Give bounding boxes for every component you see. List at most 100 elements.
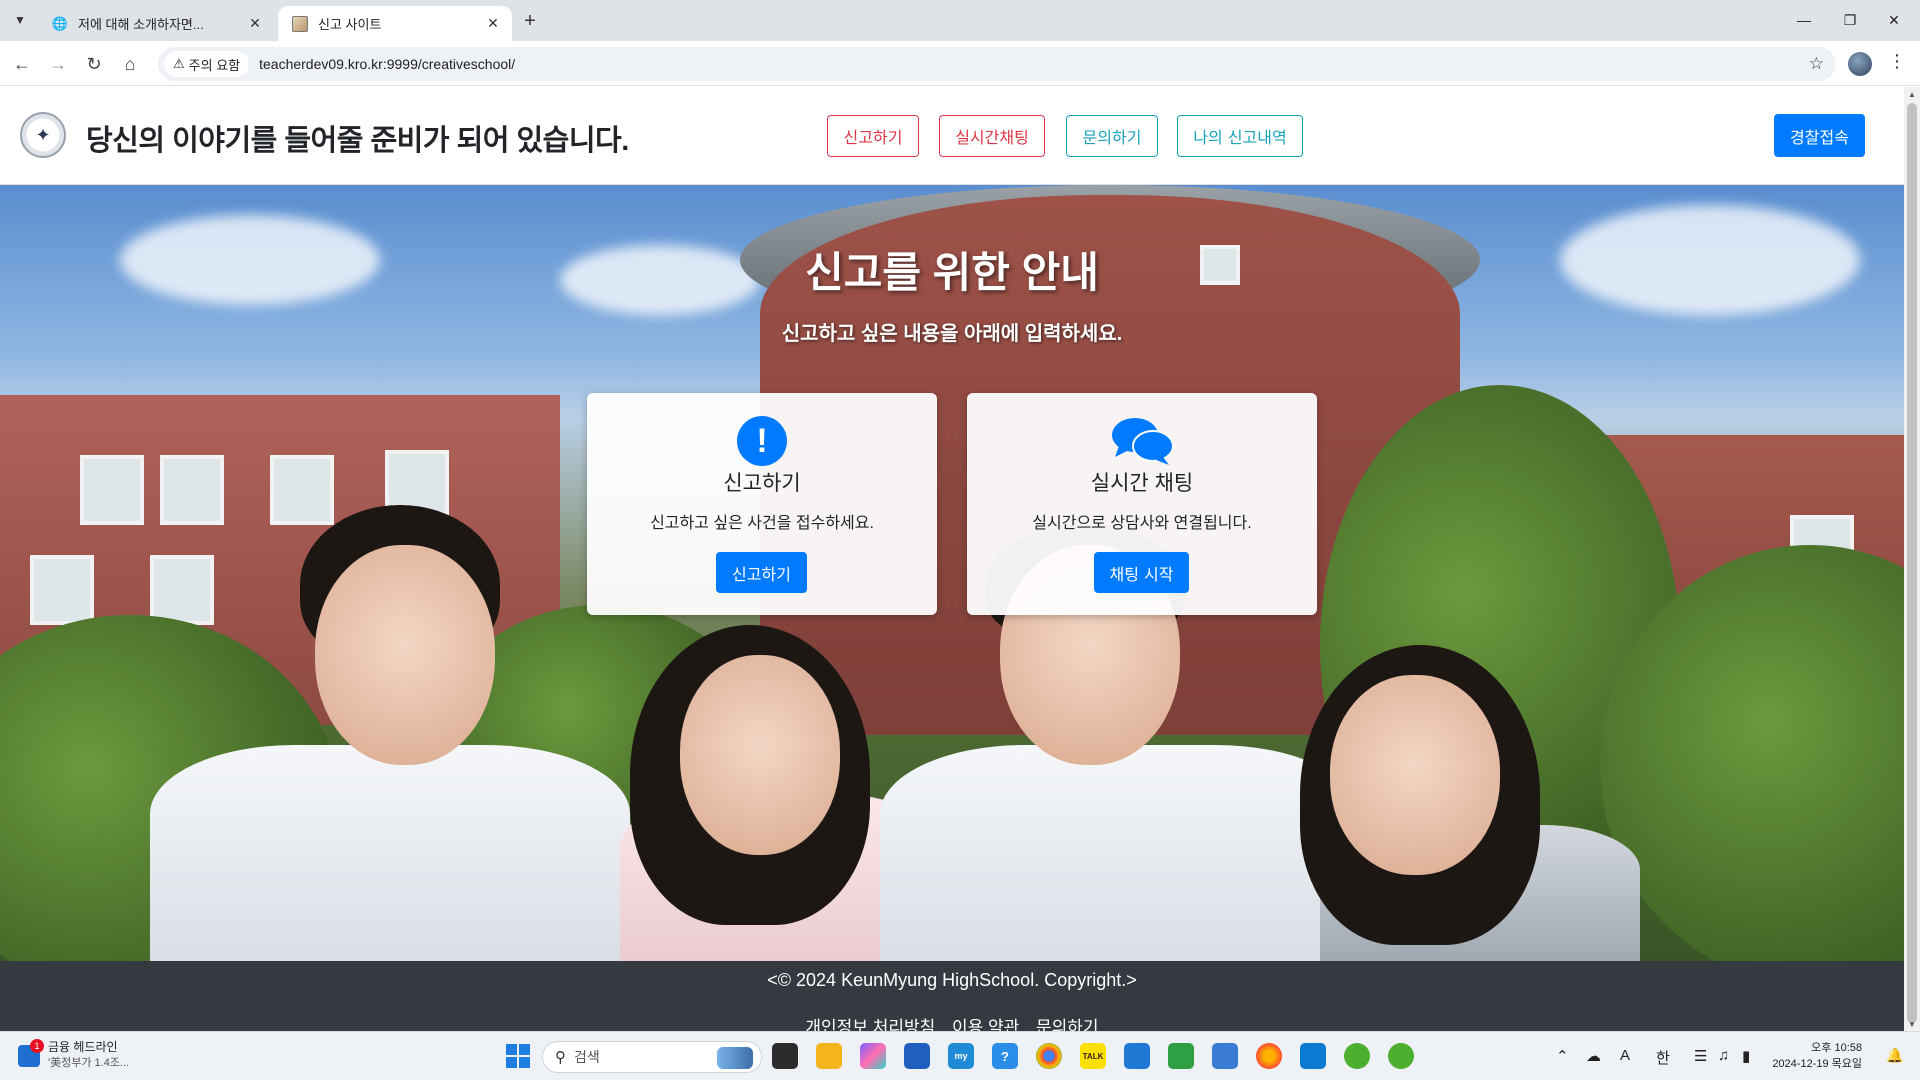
page-scrollbar[interactable]: ▲ ▼	[1904, 87, 1920, 1031]
hero-subtitle: 신고하고 싶은 내용을 아래에 입력하세요.	[781, 323, 1123, 345]
card-title: 신고하기	[723, 472, 801, 495]
vscode-icon[interactable]	[1300, 1043, 1326, 1069]
scroll-down-icon[interactable]: ▼	[1904, 1017, 1920, 1031]
browser-toolbar: ← → ↻ ⌂ ⚠ 주의 요함 teacherdev09.kro.kr:9999…	[0, 41, 1920, 86]
tab-about-me[interactable]: 🌐 저에 대해 소개하자면... ✕	[38, 6, 274, 41]
copyright-text: <© 2024 KeunMyung HighSchool. Copyright.…	[767, 970, 1137, 990]
home-icon[interactable]: ⌂	[116, 50, 144, 78]
student-shirt	[150, 745, 630, 961]
nav-report-button[interactable]: 신고하기	[827, 115, 919, 157]
ime-a-indicator[interactable]: A	[1620, 1047, 1630, 1064]
card-icon-wrap	[967, 415, 1317, 467]
scrollbar-thumb[interactable]	[1907, 103, 1917, 1023]
page-title: 당신의 이야기를 들어줄 준비가 되어 있습니다.	[86, 125, 629, 157]
minimize-icon[interactable]: —	[1784, 8, 1824, 32]
building-window	[270, 455, 334, 525]
card-icon-wrap: !	[587, 415, 937, 467]
tab-title: 저에 대해 소개하자면...	[78, 17, 204, 32]
nav-live-chat-button[interactable]: 실시간채팅	[939, 115, 1045, 157]
notification-badge: 1	[30, 1039, 44, 1053]
privacy-policy-link[interactable]: 개인정보 처리방침	[805, 1018, 935, 1031]
mysql-workbench-icon[interactable]: my	[948, 1043, 974, 1069]
scroll-up-icon[interactable]: ▲	[1904, 87, 1920, 101]
terms-link[interactable]: 이용 약관	[952, 1018, 1019, 1031]
profile-avatar[interactable]	[1848, 52, 1872, 76]
notepad-icon[interactable]	[1212, 1043, 1238, 1069]
notification-bell-icon[interactable]: 🔔	[1886, 1047, 1903, 1064]
card-text: 실시간으로 상담사와 연결됩니다.	[1032, 515, 1252, 532]
news-widget[interactable]: 1 금융 헤드라인 '美정부가 1.4조...	[18, 1039, 129, 1071]
spring-tool-icon[interactable]	[1388, 1043, 1414, 1069]
security-chip[interactable]: ⚠ 주의 요함	[164, 51, 250, 77]
back-arrow-icon[interactable]: ←	[8, 50, 36, 78]
new-tab-plus-icon[interactable]: +	[518, 9, 542, 33]
media-player-icon[interactable]	[1168, 1043, 1194, 1069]
reload-icon[interactable]: ↻	[80, 50, 108, 78]
close-tab-icon[interactable]: ✕	[484, 15, 502, 33]
remote-desktop-icon[interactable]	[1124, 1043, 1150, 1069]
url-text[interactable]: teacherdev09.kro.kr:9999/creativeschool/	[259, 56, 515, 72]
kakaotalk-icon[interactable]: TALK	[1080, 1043, 1106, 1069]
security-label: 주의 요함	[188, 57, 241, 73]
firefox-icon[interactable]	[1256, 1043, 1282, 1069]
file-explorer-icon[interactable]	[816, 1043, 842, 1069]
taskbar-search-box[interactable]: ⚲ 검색	[542, 1041, 762, 1073]
clock-date: 2024-12-19 목요일	[1772, 1058, 1862, 1070]
student-shirt	[880, 745, 1360, 961]
copilot-icon[interactable]	[860, 1043, 886, 1069]
forward-arrow-icon[interactable]: →	[44, 50, 72, 78]
card-title: 실시간 채팅	[1090, 472, 1194, 495]
report-button[interactable]: 신고하기	[716, 552, 807, 593]
menu-kebab-icon[interactable]: ⋮	[1888, 51, 1906, 72]
restore-icon[interactable]: ❐	[1830, 8, 1870, 32]
site-footer: <© 2024 KeunMyung HighSchool. Copyright.…	[0, 961, 1904, 1031]
site-favicon-icon	[292, 15, 308, 32]
speaker-icon[interactable]: ♫	[1718, 1047, 1729, 1064]
nav-inquiry-button[interactable]: 문의하기	[1066, 115, 1158, 157]
tab-search-chevron-icon[interactable]: ▼	[8, 8, 32, 32]
building-window	[30, 555, 94, 625]
nav-my-reports-button[interactable]: 나의 신고내역	[1177, 115, 1303, 157]
live-chat-card: 실시간 채팅 실시간으로 상담사와 연결됩니다. 채팅 시작	[967, 393, 1317, 615]
windows-taskbar: 1 금융 헤드라인 '美정부가 1.4조... ⚲ 검색 my ? TALK ⌃…	[0, 1031, 1920, 1080]
footer-inquiry-link[interactable]: 문의하기	[1036, 1018, 1099, 1031]
police-connect-button[interactable]: 경찰접속	[1774, 114, 1865, 157]
bookmark-star-icon[interactable]: ☆	[1809, 54, 1824, 74]
chrome-icon[interactable]	[1036, 1043, 1062, 1069]
globe-icon: 🌐	[51, 15, 69, 31]
student-face	[680, 655, 840, 855]
search-icon: ⚲	[555, 1049, 566, 1066]
search-placeholder: 검색	[574, 1049, 600, 1065]
search-highlight-icon	[717, 1047, 753, 1069]
help-icon[interactable]: ?	[992, 1043, 1018, 1069]
spring-tool-icon[interactable]	[1344, 1043, 1370, 1069]
site-header: ✦ 당신의 이야기를 들어줄 준비가 되어 있습니다. 신고하기 실시간채팅 문…	[0, 87, 1904, 185]
exclamation-icon: !	[737, 416, 787, 466]
close-window-icon[interactable]: ✕	[1874, 8, 1914, 32]
tray-chevron-up-icon[interactable]: ⌃	[1556, 1047, 1569, 1065]
hero-title: 신고를 위한 안내	[805, 249, 1099, 296]
start-chat-button[interactable]: 채팅 시작	[1094, 552, 1189, 593]
card-text: 신고하고 싶은 사건을 접수하세요.	[650, 515, 874, 532]
tab-report-site[interactable]: 신고 사이트 ✕	[278, 6, 512, 41]
onedrive-cloud-icon[interactable]: ☁	[1586, 1047, 1601, 1065]
wifi-icon[interactable]: ☰	[1694, 1047, 1707, 1065]
chat-bubbles-icon	[1112, 418, 1174, 465]
warning-triangle-icon: ⚠	[173, 56, 185, 71]
tab-title: 신고 사이트	[318, 17, 382, 32]
address-bar[interactable]: ⚠ 주의 요함 teacherdev09.kro.kr:9999/creativ…	[158, 47, 1836, 81]
battery-icon[interactable]: ▮	[1742, 1047, 1750, 1065]
task-view-icon[interactable]	[772, 1043, 798, 1069]
microsoft-store-icon[interactable]	[904, 1043, 930, 1069]
system-clock[interactable]: 오후 10:58 2024-12-19 목요일	[1772, 1040, 1862, 1072]
footer-links: 개인정보 처리방침 이용 약관 문의하기	[0, 1013, 1904, 1031]
building-window	[160, 455, 224, 525]
close-tab-icon[interactable]: ✕	[246, 15, 264, 33]
ime-hangul-indicator[interactable]: 한	[1656, 1047, 1670, 1068]
windows-start-icon[interactable]	[505, 1043, 531, 1069]
building-window	[150, 555, 214, 625]
hero-section: 신고를 위한 안내 신고하고 싶은 내용을 아래에 입력하세요. ! 신고하기 …	[0, 185, 1904, 961]
student-face	[315, 545, 495, 765]
web-page: ✦ 당신의 이야기를 들어줄 준비가 되어 있습니다. 신고하기 실시간채팅 문…	[0, 87, 1904, 1031]
news-subtitle: '美정부가 1.4조...	[48, 1057, 130, 1069]
